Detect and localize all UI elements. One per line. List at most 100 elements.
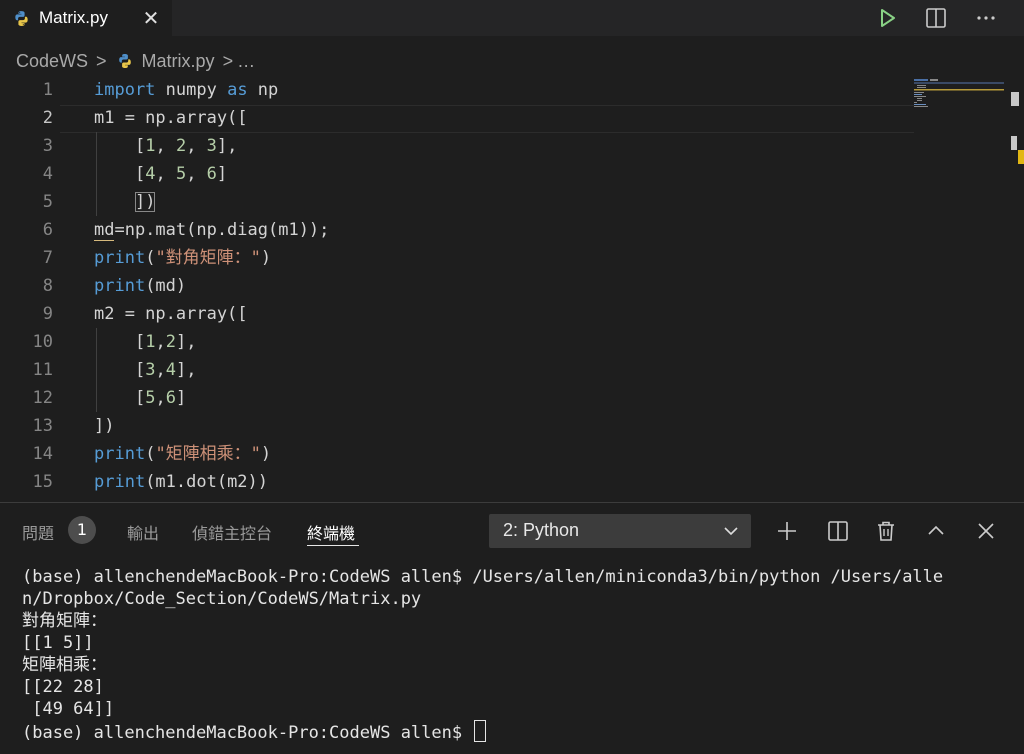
line-number: 9	[42, 304, 53, 324]
number: 2	[165, 332, 176, 352]
code-text: [	[134, 136, 146, 156]
terminal-output[interactable]: (base) allenchendeMacBook-Pro:CodeWS all…	[22, 566, 1002, 744]
code-line: 5 ])	[0, 188, 914, 216]
line-number: 4	[42, 164, 53, 184]
tab-problems[interactable]: 問題	[22, 520, 54, 544]
code-text: ]	[216, 164, 228, 184]
number: 1	[145, 136, 156, 156]
breadcrumb-separator: >	[222, 50, 234, 71]
code-text: )	[260, 444, 272, 464]
code-text: ,	[186, 136, 207, 156]
trash-icon[interactable]	[874, 519, 898, 543]
terminal-cursor	[474, 720, 487, 742]
line-number: 15	[32, 472, 53, 492]
code-text: ])	[134, 192, 156, 212]
code-text: ]	[175, 388, 187, 408]
split-terminal-icon[interactable]	[826, 519, 850, 543]
chevron-down-icon	[724, 527, 738, 536]
code-text: m1 = np.array([	[94, 108, 248, 128]
terminal-line: [[1 5]]	[22, 633, 94, 653]
breadcrumb-separator: >	[96, 50, 107, 71]
code-line: 7 print("對角矩陣：")	[0, 244, 914, 272]
split-editor-icon[interactable]	[924, 6, 948, 30]
line-number: 8	[42, 276, 53, 296]
code-line: 11 [3,4],	[0, 356, 914, 384]
close-icon[interactable]: ✕	[141, 8, 161, 28]
keyword: as	[227, 80, 248, 100]
breadcrumb-file[interactable]: Matrix.py	[142, 51, 215, 72]
number: 3	[206, 136, 217, 156]
terminal-prompt: (base) allenchendeMacBook-Pro:CodeWS all…	[22, 723, 473, 743]
breadcrumb-more[interactable]: …	[237, 51, 255, 72]
code-text: ,	[155, 360, 166, 380]
line-number: 11	[32, 360, 53, 380]
minimap[interactable]	[914, 76, 1006, 116]
code-text: (m1.dot(m2))	[145, 472, 269, 492]
tab-output[interactable]: 輸出	[127, 520, 159, 544]
tab-terminal[interactable]: 終端機	[307, 520, 355, 544]
code-text: ],	[175, 332, 197, 352]
code-line: 14 print("矩陣相乘：")	[0, 440, 914, 468]
breadcrumb: CodeWS > Matrix.py > …	[0, 48, 255, 74]
code-text: ,	[155, 136, 176, 156]
number: 2	[175, 136, 187, 156]
run-icon[interactable]	[875, 6, 899, 30]
code-line: 3 [1, 2, 3],	[0, 132, 914, 160]
line-number: 3	[42, 136, 53, 156]
tab-debug-console[interactable]: 偵錯主控台	[192, 520, 272, 544]
number: 5	[175, 164, 187, 184]
code-editor[interactable]: 1 import numpy as np 2 m1 = np.array([ 3…	[0, 76, 1024, 500]
terminal-line: 矩陣相乘：	[22, 655, 107, 675]
editor-tab-matrix[interactable]: Matrix.py ✕	[0, 0, 172, 36]
line-number: 1	[42, 80, 53, 100]
editor-scrollbar[interactable]	[1006, 76, 1024, 500]
code-text: numpy	[155, 80, 228, 100]
problems-count-badge: 1	[68, 516, 96, 544]
python-icon	[118, 54, 131, 68]
code-line: 9 m2 = np.array([	[0, 300, 914, 328]
chevron-up-icon[interactable]	[924, 519, 948, 543]
terminal-select-value: 2: Python	[503, 520, 580, 540]
code-line: 2 m1 = np.array([	[0, 104, 914, 132]
code-text: ,	[155, 332, 166, 352]
terminal-select[interactable]: 2: Python	[489, 514, 751, 548]
more-actions-icon[interactable]	[974, 6, 998, 30]
number: 3	[145, 360, 156, 380]
number: 6	[165, 388, 176, 408]
builtin: print	[94, 248, 146, 268]
terminal-line: 對角矩陣：	[22, 611, 107, 631]
code-line: 1 import numpy as np	[0, 76, 914, 104]
active-tab-underline	[307, 545, 359, 546]
code-line: 4 [4, 5, 6]	[0, 160, 914, 188]
builtin: print	[94, 472, 146, 492]
number: 5	[145, 388, 156, 408]
line-number: 12	[32, 388, 53, 408]
terminal-line: [[22 28]	[22, 677, 104, 697]
breadcrumb-folder[interactable]: CodeWS	[16, 51, 88, 72]
code-line: 15 print(m1.dot(m2))	[0, 468, 914, 496]
code-text: (	[145, 444, 156, 464]
code-line: 13 ])	[0, 412, 914, 440]
python-icon	[15, 10, 28, 26]
code-text: (	[145, 248, 156, 268]
keyword: import	[94, 80, 156, 100]
code-text: np	[247, 80, 279, 100]
code-line: 6 md=np.mat(np.diag(m1));	[0, 216, 914, 244]
close-panel-icon[interactable]	[974, 519, 998, 543]
code-text: ],	[216, 136, 238, 156]
plus-icon[interactable]	[775, 519, 799, 543]
number: 1	[145, 332, 156, 352]
tab-bar: Matrix.py ✕	[0, 0, 1024, 36]
terminal-line: n/Dropbox/Code_Section/CodeWS/Matrix.py	[22, 589, 422, 609]
line-number: 2	[42, 108, 53, 128]
code-text: ,	[155, 388, 166, 408]
line-number: 5	[42, 192, 53, 212]
code-line: 8 print(md)	[0, 272, 914, 300]
number: 6	[206, 164, 217, 184]
line-number: 7	[42, 248, 53, 268]
code-text: )	[260, 248, 272, 268]
code-text: [	[134, 360, 146, 380]
line-number: 6	[42, 220, 53, 240]
code-text: ])	[94, 416, 115, 436]
code-text: ],	[175, 360, 197, 380]
